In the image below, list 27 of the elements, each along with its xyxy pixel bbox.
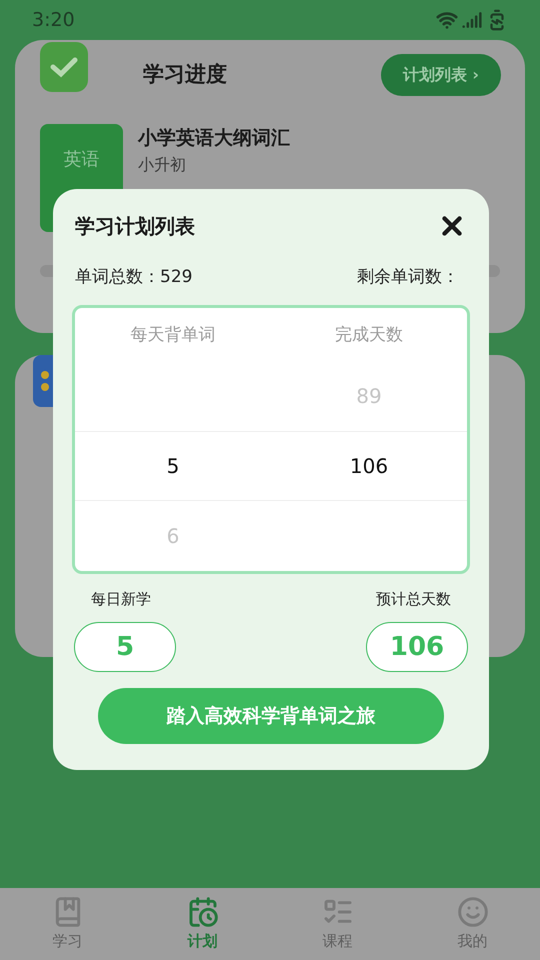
start-button[interactable]: 踏入高效科学背单词之旅 [98,688,444,744]
book-subtitle: 小升初 [138,154,187,176]
total-days-label: 预计总天数 [376,588,451,610]
smiley-icon [456,896,488,928]
picker-value[interactable]: 6 [166,520,180,551]
card-title: 学习进度 [143,61,227,88]
status-time: 3:20 [32,8,75,33]
nav-tab[interactable]: 课程 [270,888,405,960]
wifi-icon [436,9,458,31]
number-picker[interactable]: 每天背单词 完成天数 89 5 106 6 [72,304,470,574]
total-words: 单词总数：529 [75,266,192,289]
total-days-value: 106 [366,622,468,672]
picker-value[interactable]: 106 [350,450,388,481]
daily-new-label: 每日新学 [91,588,151,610]
plan-list-button[interactable]: 计划列表 › [380,54,501,96]
picker-header: 每天背单词 [130,324,216,347]
daily-new-value: 5 [74,622,176,672]
remaining-words: 剩余单词数： [357,266,459,289]
nav-tab[interactable]: 计划 [135,888,270,960]
book-title: 小学英语大纲词汇 [138,126,290,151]
nav-tab[interactable]: 学习 [0,888,135,960]
nav-tab[interactable]: 我的 [405,888,540,960]
calendar-clock-icon [186,896,218,928]
picker-header: 完成天数 [334,324,404,347]
signal-icon [462,10,482,30]
picker-value[interactable]: 5 [166,450,180,481]
picker-value[interactable]: 89 [356,381,382,412]
